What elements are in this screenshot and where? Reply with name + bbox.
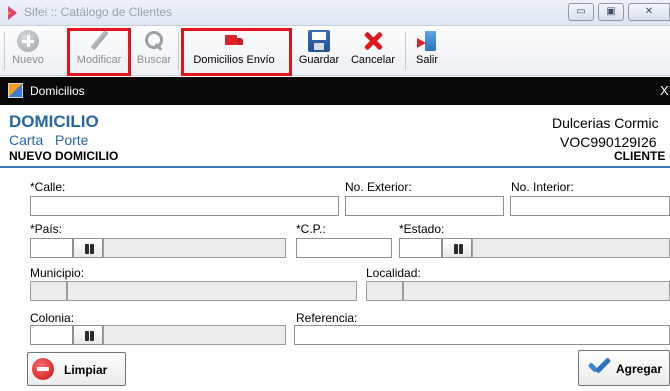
neighborhood-label: Colonia: <box>30 311 75 325</box>
dialog-titlebar: Domicilios X <box>0 77 670 105</box>
binoculars-icon <box>454 244 458 254</box>
floppy-disk-icon <box>308 30 330 52</box>
interior-number-label: No. Interior: <box>511 180 574 194</box>
client-rfc: VOC990129I26 <box>560 134 657 150</box>
modify-button-label: Modificar <box>76 54 122 66</box>
toolbar-separator <box>405 32 406 70</box>
clear-button-label: Limpiar <box>64 363 108 377</box>
save-button[interactable]: Guardar <box>296 28 342 72</box>
add-button-label: Agregar <box>616 362 663 376</box>
country-label: *País: <box>30 222 63 236</box>
main-toolbar: Nuevo Modificar Buscar Domicilios Envío … <box>0 26 670 76</box>
reference-label: Referencia: <box>296 311 358 325</box>
close-button[interactable]: ✕ <box>628 3 670 21</box>
cancel-button[interactable]: Cancelar <box>347 28 399 72</box>
municipality-label: Municipio: <box>30 266 85 280</box>
new-button-label: Nuevo <box>12 54 44 66</box>
exterior-number-input[interactable] <box>345 196 504 216</box>
new-button[interactable]: Nuevo <box>7 28 49 72</box>
clear-button[interactable]: Limpiar <box>27 352 126 386</box>
add-circle-icon <box>17 30 39 52</box>
postal-code-input[interactable] <box>296 238 392 258</box>
reference-input[interactable] <box>294 325 670 345</box>
country-code-input[interactable] <box>30 238 73 258</box>
save-button-label: Guardar <box>298 54 340 66</box>
municipality-name-field <box>67 281 357 301</box>
header-divider <box>0 166 670 168</box>
locality-code-field <box>366 281 403 301</box>
country-lookup <box>30 238 286 258</box>
dialog-subtitle-porte: Porte <box>55 132 89 148</box>
binoculars-icon <box>85 244 89 254</box>
shipping-addresses-button[interactable]: Domicilios Envío <box>186 28 282 72</box>
exterior-number-label: No. Exterior: <box>345 180 412 194</box>
state-label: *Estado: <box>399 222 445 236</box>
red-x-icon <box>362 30 384 52</box>
state-code-input[interactable] <box>399 238 442 258</box>
dialog-heading: DOMICILIO <box>9 112 99 131</box>
neighborhood-name-field <box>103 325 286 345</box>
toolbar-separator <box>291 32 292 70</box>
locality-name-field <box>403 281 670 301</box>
search-button-label: Buscar <box>136 54 172 66</box>
magnifier-icon <box>143 30 165 52</box>
dialog-title: Domicilios <box>30 84 85 98</box>
search-button[interactable]: Buscar <box>133 28 175 72</box>
country-search-button[interactable] <box>73 238 103 258</box>
state-name-field <box>472 238 670 258</box>
add-button[interactable]: Agregar <box>578 350 670 386</box>
checkmark-icon <box>588 360 612 374</box>
dialog-window-icon <box>8 83 23 98</box>
interior-number-input[interactable] <box>510 196 670 216</box>
cancel-button-label: Cancelar <box>350 54 396 66</box>
street-label: *Calle: <box>30 180 66 194</box>
delivery-truck-icon <box>223 30 245 52</box>
dialog-mode-label: NUEVO DOMICILIO <box>9 149 119 163</box>
state-lookup <box>399 238 670 258</box>
municipality-code-field <box>30 281 67 301</box>
postal-code-label: *C.P.: <box>296 222 326 236</box>
locality-lookup <box>366 281 670 301</box>
client-role: CLIENTE <box>614 149 666 163</box>
toolbar-separator <box>178 32 179 70</box>
binoculars-icon <box>85 331 89 341</box>
app-logo-icon <box>8 6 17 20</box>
street-input[interactable] <box>30 196 339 216</box>
municipality-lookup <box>30 281 357 301</box>
shipping-addresses-button-label: Domicilios Envío <box>193 54 275 66</box>
window-title: Sifei :: Catálogo de Clientes <box>24 5 173 19</box>
exit-button[interactable]: Salir <box>410 28 444 72</box>
exit-door-icon <box>416 30 438 52</box>
window-titlebar: Sifei :: Catálogo de Clientes ▭ ▣ ✕ <box>0 0 670 26</box>
client-name: Dulcerias Cormic <box>552 115 659 131</box>
neighborhood-lookup <box>30 325 286 345</box>
country-name-field <box>103 238 286 258</box>
dialog-subtitle-carta: Carta <box>9 132 44 148</box>
maximize-button[interactable]: ▣ <box>598 3 624 21</box>
modify-button[interactable]: Modificar <box>70 28 128 72</box>
pencil-icon <box>88 30 110 52</box>
toolbar-separator <box>4 32 5 70</box>
clear-minus-icon <box>32 358 54 380</box>
minimize-button[interactable]: ▭ <box>568 3 594 21</box>
state-search-button[interactable] <box>442 238 472 258</box>
neighborhood-code-input[interactable] <box>30 325 73 345</box>
locality-label: Localidad: <box>366 266 421 280</box>
dialog-close-button[interactable]: X <box>660 83 669 98</box>
neighborhood-search-button[interactable] <box>73 325 103 345</box>
exit-button-label: Salir <box>415 54 438 66</box>
